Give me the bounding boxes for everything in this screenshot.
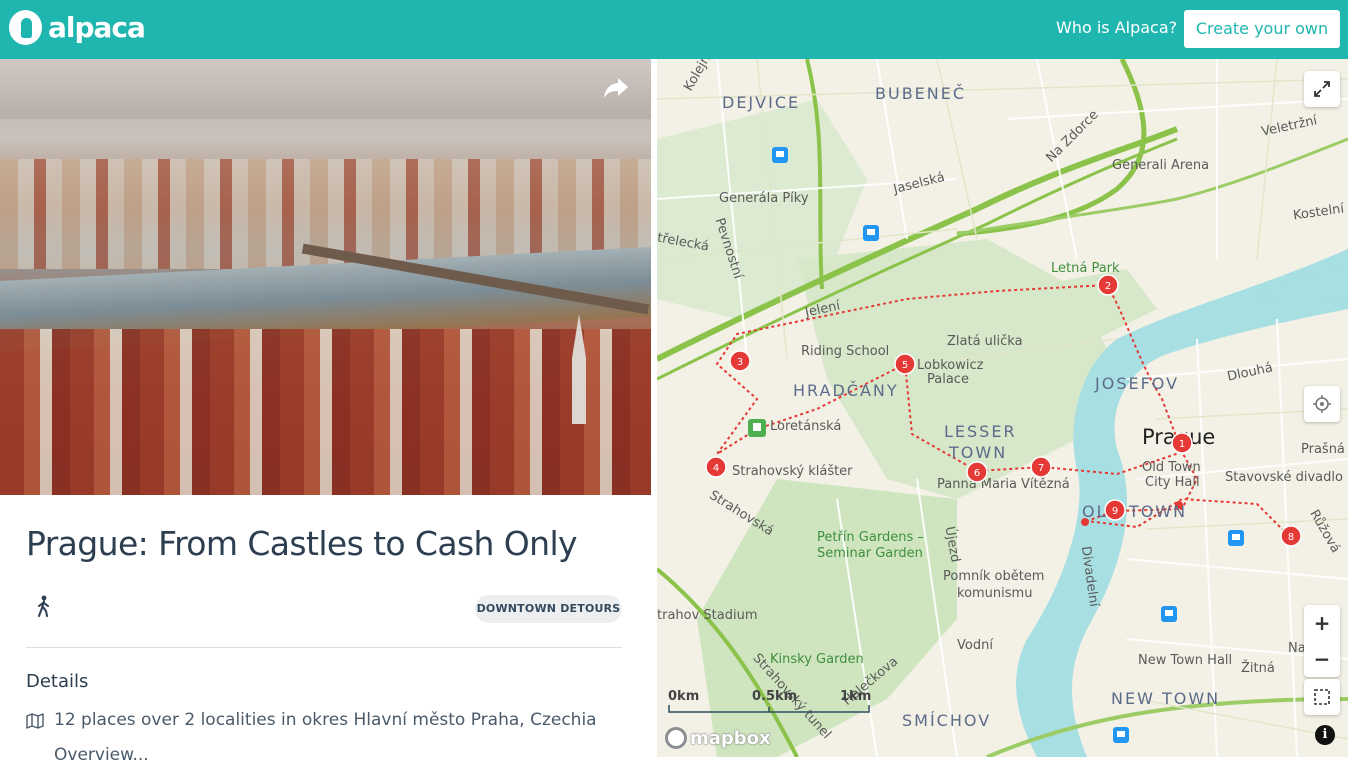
fullscreen-button[interactable] <box>1304 71 1340 107</box>
logo-text: alpaca <box>48 11 146 44</box>
metro-icon <box>1113 727 1129 743</box>
map-label-josefov: JOSEFOV <box>1095 374 1180 393</box>
map-label-zitna: Žitná <box>1241 661 1275 676</box>
map-label-riding-school: Riding School <box>801 344 890 359</box>
map-label-pomnik-1: Pomník obětem <box>943 569 1045 584</box>
map-label-panna-maria: Panna Maria Vítězná <box>937 477 1070 492</box>
map-label-strahov-stadium: trahov Stadium <box>657 608 758 623</box>
route-marker-2[interactable]: 2 <box>1097 274 1119 296</box>
map-label-new-town-hall: New Town Hall <box>1138 653 1233 668</box>
map-label-generali-arena: Generali Arena <box>1112 158 1210 173</box>
route-marker-8[interactable]: 8 <box>1280 525 1302 547</box>
category-tag[interactable]: DOWNTOWN DETOURS <box>475 595 622 623</box>
map-label-dejvice: DEJVICE <box>722 93 801 112</box>
route-marker-4[interactable]: 4 <box>705 456 727 478</box>
who-is-alpaca-link[interactable]: Who is Alpaca? <box>1056 18 1177 37</box>
tram-stop-icon <box>748 419 766 437</box>
map-label-smichov: SMÍCHOV <box>902 711 992 730</box>
map-label-strahovsky-klaster: Strahovský klášter <box>732 464 853 479</box>
scale-label-1: 1km <box>840 689 872 704</box>
map-label-city-hall: City Hall <box>1145 475 1200 490</box>
alpaca-logo-icon <box>9 10 42 45</box>
route-marker-6-label: 6 <box>974 468 980 479</box>
map-label-loretanska: Loretánská <box>770 419 842 434</box>
map-label-town: TOWN <box>949 443 1008 462</box>
mapbox-icon <box>665 727 687 749</box>
route-marker-7-label: 7 <box>1038 463 1044 474</box>
route-marker-3[interactable]: 3 <box>729 350 751 372</box>
hero-photo-prague <box>0 59 651 495</box>
divider <box>26 647 622 648</box>
mapbox-wordmark: mapbox <box>690 727 771 749</box>
map-label-old-town-hall: Old Town <box>1142 460 1201 475</box>
route-marker-9-label: 9 <box>1112 506 1118 517</box>
map-label-hradcany: HRADČANY <box>793 381 899 400</box>
map-label-vodni: Vodní <box>957 638 993 653</box>
create-your-own-button[interactable]: Create your own <box>1184 10 1340 48</box>
metro-icon <box>1161 606 1177 622</box>
metro-icon <box>863 225 879 241</box>
walking-icon <box>38 595 49 617</box>
map-icon <box>26 713 44 729</box>
map-label-zlata-ulicka: Zlatá ulička <box>947 334 1023 349</box>
route-marker-1[interactable]: 1 <box>1171 432 1193 454</box>
route-map[interactable]: DEJVICE BUBENEČ HRADČANY LESSER TOWN JOS… <box>657 59 1348 757</box>
map-label-lesser: LESSER <box>944 422 1017 441</box>
route-marker-4-label: 4 <box>713 463 719 474</box>
overview-line: Overview... <box>54 745 149 765</box>
route-marker-5-label: 5 <box>902 360 908 371</box>
scale-label-half: 0.5km <box>752 689 798 704</box>
map-label-new-town: NEW TOWN <box>1111 689 1221 708</box>
map-label-petrin-1: Petřín Gardens – <box>817 530 924 545</box>
route-marker-5[interactable]: 5 <box>894 353 916 375</box>
info-icon[interactable]: i <box>1315 725 1335 745</box>
zoom-in-button[interactable]: + <box>1304 605 1340 641</box>
map-label-palace: Palace <box>927 372 969 387</box>
mapbox-logo[interactable]: mapbox <box>665 725 771 751</box>
map-label-pomnik-2: komunismu <box>957 586 1033 601</box>
metro-icon <box>772 147 788 163</box>
map-label-stavovske: Stavovské divadlo <box>1225 470 1343 485</box>
map-label-prasna-brana: Prašná br <box>1301 442 1348 457</box>
zoom-controls: + − <box>1304 605 1340 677</box>
map-label-bubenec: BUBENEČ <box>875 84 967 103</box>
box-select-button[interactable] <box>1304 679 1340 715</box>
route-marker-3-label: 3 <box>737 357 743 368</box>
top-navigation-bar: alpaca Who is Alpaca? Create your own <box>0 0 1348 59</box>
trip-title: Prague: From Castles to Cash Only <box>26 524 578 563</box>
map-label-lobkowicz: Lobkowicz <box>917 358 984 373</box>
route-marker-9[interactable]: 9 <box>1104 499 1126 521</box>
zoom-out-button[interactable]: − <box>1304 641 1340 677</box>
route-marker-7[interactable]: 7 <box>1030 456 1052 478</box>
map-label-petrin-2: Seminar Garden <box>817 546 923 561</box>
metro-icon <box>1228 530 1244 546</box>
route-marker-6[interactable]: 6 <box>966 461 988 483</box>
scale-label-0: 0km <box>668 689 700 704</box>
share-icon[interactable] <box>603 77 629 99</box>
locate-button[interactable] <box>1304 386 1340 422</box>
places-summary: 12 places over 2 localities in okres Hla… <box>54 710 597 730</box>
map-label-old-town: OLD TOWN <box>1082 502 1188 521</box>
route-marker-8-label: 8 <box>1288 532 1294 543</box>
alpaca-logo[interactable]: alpaca <box>9 10 146 45</box>
map-label-kinsky-garden: Kinsky Garden <box>770 652 864 667</box>
route-marker-2-label: 2 <box>1105 281 1111 292</box>
crosshair-icon <box>1313 395 1331 413</box>
map-label-generala-piky: Generála Píky <box>719 191 809 206</box>
selection-box-icon <box>1314 689 1330 705</box>
expand-icon <box>1314 81 1330 97</box>
details-heading: Details <box>26 671 89 692</box>
route-marker-1-label: 1 <box>1179 439 1185 450</box>
